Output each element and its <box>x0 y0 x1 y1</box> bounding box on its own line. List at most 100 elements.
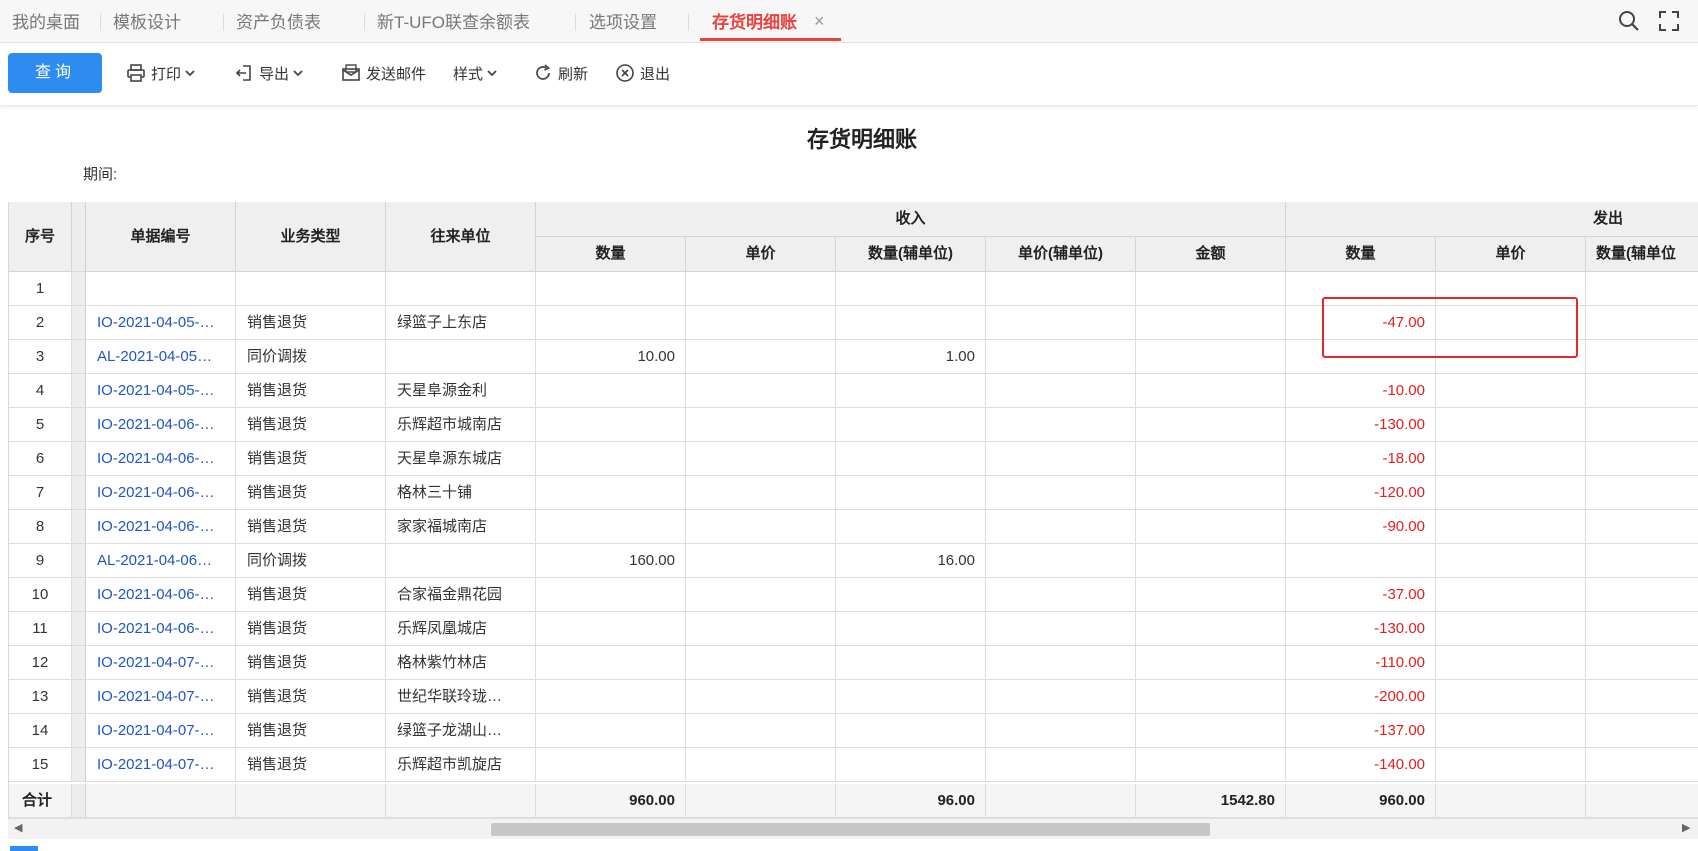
frozen-column-divider <box>72 748 86 782</box>
in-qty-cell <box>536 510 686 544</box>
style-button[interactable]: 样式 <box>453 61 503 85</box>
out-price-cell <box>1436 510 1586 544</box>
out-qty-cell: -140.00 <box>1286 748 1436 782</box>
out-price-cell <box>1436 748 1586 782</box>
export-button[interactable]: 导出 <box>234 61 309 85</box>
frozen-column-divider[interactable] <box>72 202 86 272</box>
scrollbar-thumb[interactable] <box>491 823 1210 836</box>
frozen-column-divider <box>72 306 86 340</box>
in-price-cell <box>686 646 836 680</box>
doc-no-link[interactable]: IO-2021-04-06-… <box>86 408 236 442</box>
frozen-column-divider <box>72 578 86 612</box>
in-qty-aux-cell <box>836 646 986 680</box>
ledger-table: 序号 单据编号 业务类型 往来单位 收入 发出 数量 单价 数量(辅单位) 单价… <box>8 202 1698 818</box>
tab-divider <box>575 13 576 31</box>
out-qty-aux-cell: -3 <box>1586 578 1698 612</box>
query-button[interactable]: 查询 <box>8 53 102 93</box>
in-qty-aux-cell <box>836 306 986 340</box>
tab-desktop[interactable]: 我的桌面 <box>12 0 80 42</box>
in-qty-cell <box>536 306 686 340</box>
out-qty-cell: -37.00 <box>1286 578 1436 612</box>
exit-button[interactable]: 退出 <box>615 61 670 85</box>
in-qty-cell <box>536 408 686 442</box>
style-label: 样式 <box>453 65 484 83</box>
frozen-column-divider <box>72 408 86 442</box>
in-qty-aux-cell <box>836 612 986 646</box>
doc-no-link[interactable]: IO-2021-04-06-… <box>86 442 236 476</box>
doc-no-link[interactable]: IO-2021-04-07-… <box>86 646 236 680</box>
out-qty-aux-cell: -4 <box>1586 306 1698 340</box>
mail-icon <box>342 64 360 81</box>
header-in-qty-aux: 数量(辅单位) <box>836 237 986 272</box>
in-amount-cell <box>1136 544 1286 578</box>
search-icon[interactable] <box>1616 8 1642 34</box>
refresh-button[interactable]: 刷新 <box>533 61 588 85</box>
row-seq: 9 <box>9 544 72 578</box>
export-icon <box>235 65 251 81</box>
in-qty-aux-cell <box>836 374 986 408</box>
doc-no-link[interactable]: IO-2021-04-07-… <box>86 714 236 748</box>
refresh-icon <box>536 64 551 80</box>
row-seq: 2 <box>9 306 72 340</box>
doc-no-link[interactable]: IO-2021-04-06-… <box>86 612 236 646</box>
out-qty-aux-cell: -1 <box>1586 442 1698 476</box>
tab-options[interactable]: 选项设置 <box>589 0 657 42</box>
doc-no-link[interactable]: IO-2021-04-06-… <box>86 578 236 612</box>
doc-no-link[interactable]: AL-2021-04-05… <box>86 340 236 374</box>
printer-icon <box>127 64 145 82</box>
in-qty-aux-cell <box>836 748 986 782</box>
frozen-column-divider <box>72 544 86 578</box>
scroll-left-arrow-icon[interactable]: ◀ <box>14 821 22 834</box>
in-price-cell <box>686 374 836 408</box>
total-cell <box>686 784 836 818</box>
frozen-column-divider <box>72 680 86 714</box>
print-label: 打印 <box>151 65 182 83</box>
in-amount-cell <box>1136 272 1286 306</box>
in-price-cell <box>686 272 836 306</box>
out-price-cell <box>1436 646 1586 680</box>
tab-inventory-ledger[interactable]: 存货明细账 <box>712 0 797 42</box>
active-tab-indicator <box>700 38 841 41</box>
out-qty-cell: -137.00 <box>1286 714 1436 748</box>
in-qty-cell <box>536 374 686 408</box>
doc-no-link[interactable]: IO-2021-04-05-… <box>86 374 236 408</box>
total-out-qty-aux: 96 <box>1586 784 1698 818</box>
in-amount-cell <box>1136 680 1286 714</box>
partner-cell: 乐辉超市城南店 <box>386 408 536 442</box>
print-button[interactable]: 打印 <box>126 61 201 85</box>
highlight-box <box>1322 297 1578 358</box>
doc-no-link[interactable]: IO-2021-04-07-… <box>86 748 236 782</box>
in-price-aux-cell <box>986 374 1136 408</box>
doc-no-link[interactable]: AL-2021-04-06… <box>86 544 236 578</box>
partner-cell: 天星阜源金利 <box>386 374 536 408</box>
out-price-cell <box>1436 612 1586 646</box>
fullscreen-icon[interactable] <box>1656 8 1682 34</box>
out-qty-cell: -130.00 <box>1286 612 1436 646</box>
in-price-aux-cell <box>986 714 1136 748</box>
doc-no-link[interactable]: IO-2021-04-05-… <box>86 306 236 340</box>
doc-no-link[interactable]: IO-2021-04-07-… <box>86 680 236 714</box>
total-in-qty-aux: 96.00 <box>836 784 986 818</box>
send-mail-button[interactable]: 发送邮件 <box>341 61 426 85</box>
frozen-column-divider <box>72 442 86 476</box>
doc-no-link[interactable]: IO-2021-04-06-… <box>86 510 236 544</box>
refresh-label: 刷新 <box>558 65 589 83</box>
horizontal-scrollbar[interactable]: ◀ ▶ <box>8 818 1698 839</box>
row-seq: 10 <box>9 578 72 612</box>
partner-cell: 乐辉凤凰城店 <box>386 612 536 646</box>
chevron-down-icon <box>185 70 195 77</box>
out-price-cell <box>1436 578 1586 612</box>
scroll-right-arrow-icon[interactable]: ▶ <box>1682 821 1690 834</box>
out-qty-cell: -200.00 <box>1286 680 1436 714</box>
tab-divider <box>100 13 101 31</box>
tab-ufo-balance[interactable]: 新T-UFO联查余额表 <box>377 0 530 42</box>
tab-template-design[interactable]: 模板设计 <box>113 0 181 42</box>
out-price-cell <box>1436 714 1586 748</box>
doc-no-link[interactable]: IO-2021-04-06-… <box>86 476 236 510</box>
tab-balance-sheet[interactable]: 资产负债表 <box>236 0 321 42</box>
close-icon[interactable]: × <box>814 11 825 32</box>
out-qty-aux-cell: -13 <box>1586 612 1698 646</box>
total-in-qty: 960.00 <box>536 784 686 818</box>
biz-type-cell: 同价调拨 <box>236 340 386 374</box>
partner-cell: 绿篮子龙湖山… <box>386 714 536 748</box>
